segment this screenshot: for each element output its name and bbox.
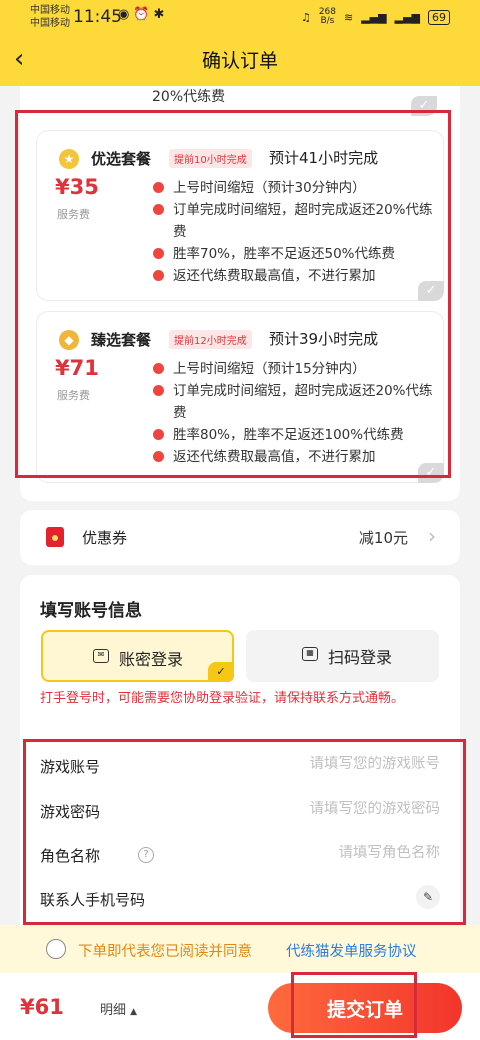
chevron-right-icon: › [428,524,436,548]
tab-password-login[interactable]: ✉ 账密登录 ✓ [41,630,234,682]
tab-label: 账密登录 [119,650,184,669]
coupon-value: 减10元 [358,529,408,547]
coupon-label: 优惠券 [82,529,128,547]
eye-icon: ◉ [118,7,134,22]
carrier-2: 中国移动 [30,18,70,29]
mute-icon: ♫ [300,10,311,24]
envelope-icon: ✉ [93,649,109,663]
status-bar: 中国移动 中国移动 11:45 ◉⏰✱ ♫ 268 B/s ≋ ▂▄▆ ▂▄▆ … [0,0,480,34]
highlight-box-fields [23,739,466,925]
detail-toggle[interactable]: 明细 ▲ [100,999,137,1018]
signal-icon-2: ▂▄▆ [394,10,420,24]
check-icon: ✓ [208,662,234,682]
tab-qr-login[interactable]: ▦ 扫码登录 [246,630,439,682]
total-price: ¥61 [20,995,64,1019]
carrier-1: 中国移动 [30,5,70,16]
agreement-link[interactable]: 代练猫发单服务协议 [286,940,417,961]
login-warning: 打手登号时，可能需要您协助登录验证，请保持联系方式通畅。 [40,691,405,706]
agreement-bar: 下单即代表您已阅读并同意 代练猫发单服务协议 [0,925,480,973]
previous-package-tail-text: 20%代练费 [152,89,226,105]
page-title: 确认订单 [201,50,278,72]
section-title: 填写账号信息 [40,601,142,621]
qr-scan-icon: ▦ [302,647,318,661]
coupon-row[interactable]: 优惠券 减10元 › [20,510,460,565]
signal-icon: ▂▄▆ [361,10,387,24]
bluetooth-icon: ✱ [153,7,169,22]
net-speed: 268 B/s [318,7,336,26]
tab-label: 扫码登录 [328,648,393,667]
highlight-box-packages [15,110,451,478]
highlight-box-submit [291,972,417,1038]
battery-icon: 69 [428,9,450,25]
system-icons: ♫ 268 B/s ≋ ▂▄▆ ▂▄▆ 69 [301,8,450,26]
clock: 11:45 [73,7,122,27]
carrier-labels: 中国移动 中国移动 [30,4,70,30]
agree-radio[interactable] [46,939,66,959]
status-icons: ◉⏰✱ [118,7,168,22]
agreement-text: 下单即代表您已阅读并同意 [78,944,252,960]
red-envelope-icon [46,527,64,547]
navigation-bar: ‹ 确认订单 [0,34,480,86]
alarm-icon: ⏰ [133,7,154,22]
wifi-icon: ≋ [344,10,354,24]
caret-up-icon: ▲ [130,1007,138,1017]
